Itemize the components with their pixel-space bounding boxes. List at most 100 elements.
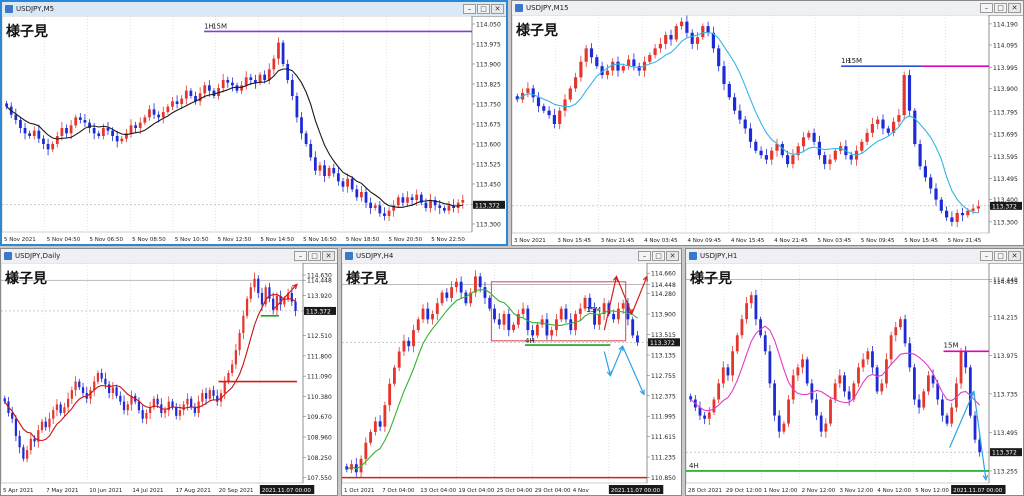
x-tick-label: 5 Nov 04:50: [47, 237, 81, 243]
candle-body: [669, 35, 673, 40]
price-tag-label: 113.372: [992, 450, 1017, 457]
candle-body: [648, 55, 652, 62]
price-chart[interactable]: 16:001H様子見114.630114.448113.920113.37211…: [1, 263, 337, 495]
candle-body: [253, 278, 256, 288]
candle-body: [101, 128, 105, 136]
price-chart[interactable]: 4H15M様子見 114.448114.435114.215113.975113.…: [686, 263, 1023, 495]
window-titlebar[interactable]: USDJPY,M15 – □ ✕: [512, 1, 1023, 16]
y-tick-label: 112.755: [651, 373, 676, 380]
close-button[interactable]: ✕: [322, 251, 335, 261]
candle-body: [327, 168, 331, 176]
candle-body: [231, 364, 234, 373]
window-titlebar[interactable]: USDJPY,Daily – □ ✕: [1, 249, 337, 264]
candle-body: [429, 200, 432, 208]
candle-body: [454, 281, 458, 288]
maximize-button[interactable]: □: [308, 251, 321, 261]
candle-body: [768, 351, 772, 384]
candle-body: [290, 80, 294, 96]
candle-body: [726, 367, 730, 376]
candle-body: [212, 390, 215, 396]
candle-body: [152, 109, 156, 115]
maximize-button[interactable]: □: [994, 3, 1007, 13]
chart-window-m5[interactable]: USDJPY,M5 – □ ✕ 1H 15M 様子見 114.050 113.975 11…: [0, 0, 508, 246]
candle-body: [558, 110, 562, 124]
price-tag-label: 113.372: [475, 202, 500, 209]
y-tick-label: 113.300: [476, 222, 501, 229]
candle-body: [685, 21, 689, 33]
candle-body: [416, 319, 420, 331]
candle-body: [805, 359, 809, 384]
y-tick-label: 113.900: [993, 86, 1018, 93]
candle-body: [364, 442, 368, 459]
window-titlebar[interactable]: USDJPY,H4 – □ ✕: [342, 249, 681, 264]
price-chart[interactable]: 1H15M様子見 114.190114.095113.995113.900113.…: [512, 15, 1023, 245]
candle-body: [40, 421, 44, 431]
price-chart[interactable]: 4H 15M 様子見 114.660 114.448 114.280 113.900 113.…: [342, 263, 681, 495]
candle-body: [350, 178, 354, 190]
x-tick-label: 5 Nov 12:00: [915, 488, 949, 494]
x-tick-label: 5 Nov 15:45: [904, 238, 938, 244]
window-title: USDJPY,M15: [526, 4, 569, 12]
candle-body: [203, 85, 207, 94]
candle-body: [922, 391, 926, 408]
candle-body: [945, 210, 949, 218]
maximize-button[interactable]: □: [477, 4, 490, 14]
candle-body: [74, 381, 77, 391]
x-tick-label: 10 Jun 2021: [89, 488, 122, 494]
candle-body: [70, 390, 73, 399]
candle-body: [866, 351, 870, 360]
close-button[interactable]: ✕: [491, 4, 504, 14]
candle-body: [773, 383, 776, 416]
close-button[interactable]: ✕: [1008, 3, 1021, 13]
chart-window-m15[interactable]: USDJPY,M15 – □ ✕ 1H 15M 様子見 114.190 114.095 1…: [511, 0, 1024, 246]
candle-body: [507, 313, 511, 331]
window-titlebar[interactable]: USDJPY,H1 – □ ✕: [686, 249, 1023, 264]
candle-body: [595, 57, 599, 67]
candle-body: [929, 177, 933, 189]
candle-body: [111, 387, 114, 393]
chart-window-h4[interactable]: USDJPY,H4 – □ ✕ 4H 15M 様子見 114.660 114.448 11…: [341, 248, 682, 496]
y-tick-label: 113.595: [993, 154, 1018, 161]
y-tick-label: 107.550: [307, 475, 332, 482]
x-tick-label: 3 Nov 12:00: [840, 488, 874, 494]
y-tick-label: 110.380: [307, 394, 332, 401]
minimize-button[interactable]: –: [980, 251, 993, 261]
candle-body: [690, 32, 694, 44]
maximize-button[interactable]: □: [994, 251, 1007, 261]
close-button[interactable]: ✕: [666, 251, 679, 261]
candle-body: [971, 208, 975, 211]
chart-window-h1[interactable]: USDJPY,H1 – □ ✕ 4H 15M 様子見 114.448 114.435 11…: [685, 248, 1024, 496]
close-button[interactable]: ✕: [1008, 251, 1021, 261]
y-tick-label: 113.300: [993, 219, 1018, 226]
x-tick-label: 28 Oct 2021: [688, 488, 722, 494]
candle-body: [207, 85, 211, 91]
minimize-button[interactable]: –: [294, 251, 307, 261]
price-chart[interactable]: 1H15M様子見 114.050113.975113.900113.825113.…: [2, 16, 506, 244]
chart-window-daily[interactable]: USDJPY,Daily – □ ✕ 16:001H様子見114.630114.…: [0, 248, 338, 496]
candle-body: [424, 202, 428, 208]
candle-body: [745, 303, 748, 320]
minimize-button[interactable]: –: [463, 4, 476, 14]
x-tick-label: 14 Jul 2021: [132, 488, 163, 494]
window-titlebar[interactable]: USDJPY,M5 – □ ✕: [2, 2, 506, 17]
candle-body: [478, 276, 482, 288]
candle-body: [829, 399, 832, 424]
candle-body: [940, 399, 944, 416]
candle-body: [52, 410, 55, 419]
chart-icon: [689, 252, 697, 260]
candle-body: [740, 319, 744, 336]
maximize-button[interactable]: □: [652, 251, 665, 261]
candle-body: [526, 308, 530, 331]
candle-body: [824, 423, 828, 432]
candle-body: [231, 82, 234, 86]
candle-body: [488, 297, 492, 309]
candle-body: [632, 59, 636, 67]
minimize-button[interactable]: –: [980, 3, 993, 13]
minimize-button[interactable]: –: [638, 251, 651, 261]
candle-body: [143, 117, 147, 123]
x-tick-label: 4 Nov 12:00: [877, 488, 911, 494]
candle-body: [190, 398, 193, 408]
candle-body: [735, 335, 739, 352]
candle-body: [66, 398, 70, 408]
candle-body: [304, 133, 308, 144]
